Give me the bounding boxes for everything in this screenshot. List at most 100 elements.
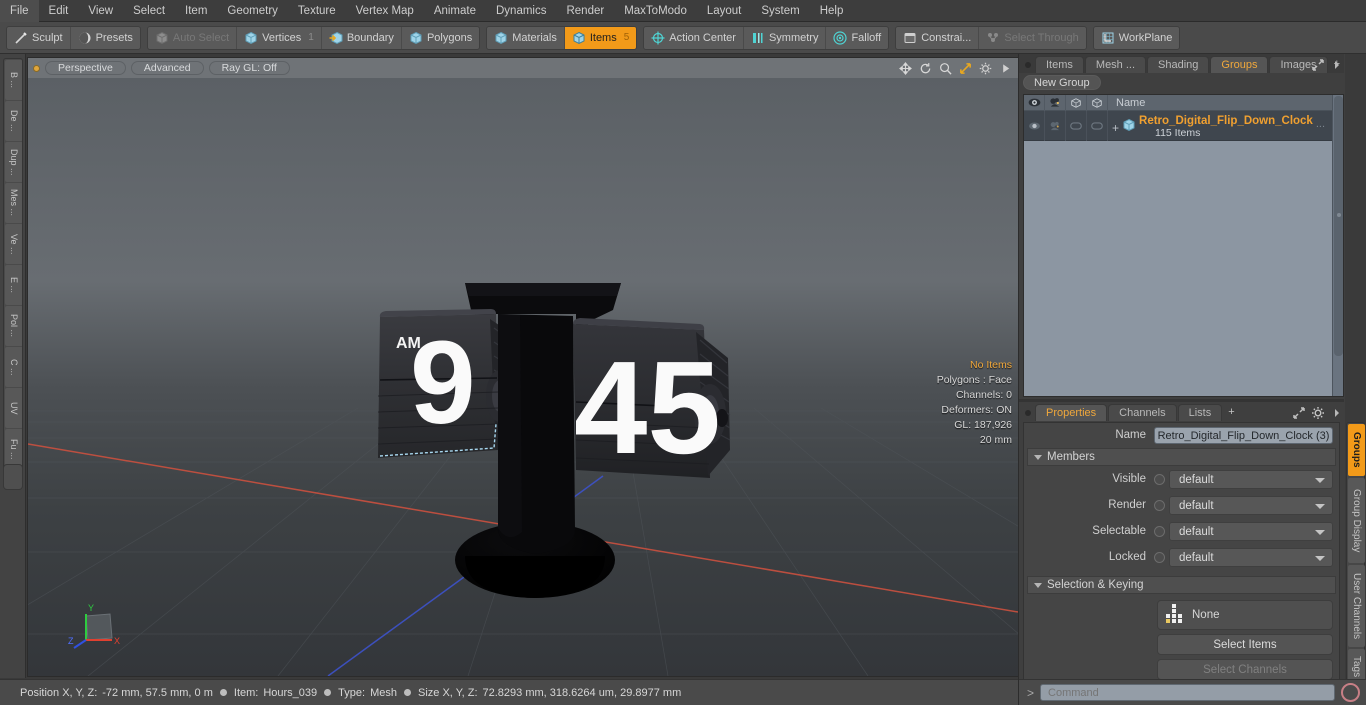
zoom-icon[interactable] <box>939 62 952 75</box>
row-overflow-icon[interactable]: ... <box>1316 115 1325 130</box>
menu-item-select[interactable]: Select <box>123 0 175 22</box>
viewport-menu-dot[interactable] <box>33 64 40 72</box>
vertices-button[interactable]: Vertices 1 <box>237 26 322 49</box>
menu-item-view[interactable]: View <box>78 0 123 22</box>
left-tab-polygon[interactable]: Pol ... <box>5 306 22 346</box>
tab-groups[interactable]: Groups <box>1210 56 1269 73</box>
rotate-icon[interactable] <box>919 62 932 75</box>
scrollbar-thumb[interactable] <box>1334 96 1343 356</box>
chevron-right-icon[interactable] <box>1330 58 1344 72</box>
properties-menu-dot-icon[interactable] <box>1025 410 1031 416</box>
left-tab-edge[interactable]: E ... <box>5 265 22 305</box>
groups-list-scrollbar[interactable] <box>1332 95 1343 396</box>
selectable-radio[interactable] <box>1154 525 1165 537</box>
members-section-header[interactable]: Members <box>1027 448 1336 466</box>
falloff-button[interactable]: Falloff <box>826 27 888 49</box>
expand-icon[interactable] <box>1311 58 1325 72</box>
expand-toggle[interactable]: + <box>1112 115 1119 134</box>
constraint-button[interactable]: Constrai... <box>896 26 980 49</box>
right-tab-user-channels[interactable]: User Channels <box>1348 565 1365 647</box>
add-properties-tab-button[interactable]: + <box>1223 404 1239 421</box>
chevron-down-icon <box>1315 555 1325 561</box>
visible-radio[interactable] <box>1154 473 1165 485</box>
workplane-button[interactable]: WorkPlane <box>1094 27 1180 49</box>
visible-dropdown[interactable]: default <box>1169 469 1333 489</box>
left-tab-mesh[interactable]: Mes ... <box>5 183 22 223</box>
groups-list[interactable]: Name + Retro_Digital_Flip_Down_Clock 115… <box>1023 94 1344 397</box>
select-channels-button[interactable]: Select Channels <box>1157 659 1333 680</box>
viewport-raygl-button[interactable]: Ray GL: Off <box>208 61 290 75</box>
left-tab-duplicate[interactable]: Dup ... <box>5 142 22 182</box>
table-row[interactable]: + Retro_Digital_Flip_Down_Clock 115 Item… <box>1024 110 1343 141</box>
menu-item-texture[interactable]: Texture <box>288 0 346 22</box>
row-locked-toggle[interactable] <box>1087 110 1108 141</box>
render-radio[interactable] <box>1154 499 1165 511</box>
fit-icon[interactable] <box>959 62 972 75</box>
play-icon[interactable] <box>999 62 1012 75</box>
locked-dropdown[interactable]: default <box>1169 547 1333 567</box>
left-tab-extra[interactable] <box>3 464 23 490</box>
tab-items[interactable]: Items <box>1035 56 1084 73</box>
menu-item-edit[interactable]: Edit <box>39 0 79 22</box>
select-through-button[interactable]: Select Through <box>979 27 1085 49</box>
row-name-cell[interactable]: + Retro_Digital_Flip_Down_Clock 115 Item… <box>1108 113 1343 139</box>
row-render-toggle[interactable] <box>1045 110 1066 141</box>
visible-value: default <box>1179 473 1214 486</box>
tab-channels[interactable]: Channels <box>1108 404 1177 421</box>
tab-properties[interactable]: Properties <box>1035 404 1108 421</box>
tab-lists[interactable]: Lists <box>1177 404 1223 421</box>
tab-shading[interactable]: Shading <box>1147 56 1210 73</box>
menu-item-maxtomodo[interactable]: MaxToModo <box>614 0 697 22</box>
left-tab-uv[interactable]: UV <box>5 388 22 428</box>
right-tab-groups[interactable]: Groups <box>1348 424 1365 476</box>
materials-button[interactable]: Materials <box>487 26 565 49</box>
name-input[interactable]: Retro_Digital_Flip_Down_Clock (3) <box>1154 426 1333 444</box>
menu-item-dynamics[interactable]: Dynamics <box>486 0 556 22</box>
command-input[interactable] <box>1040 684 1335 701</box>
main-toolbar: Sculpt Presets Auto Select Vertices 1 Bo… <box>0 22 1366 54</box>
left-tab-deform[interactable]: De ... <box>5 101 22 141</box>
row-selectable-toggle[interactable] <box>1066 110 1087 141</box>
gear-icon[interactable] <box>1311 406 1325 420</box>
move-icon[interactable] <box>899 61 912 75</box>
boundary-button[interactable]: Boundary <box>322 26 402 49</box>
menu-item-layout[interactable]: Layout <box>697 0 752 22</box>
menu-item-system[interactable]: System <box>751 0 809 22</box>
items-button[interactable]: Items 5 <box>564 26 637 49</box>
menu-item-file[interactable]: File <box>0 0 39 22</box>
chevron-right-icon[interactable] <box>1330 406 1344 420</box>
selection-set-field[interactable]: None <box>1157 600 1333 630</box>
selection-keying-section-header[interactable]: Selection & Keying <box>1027 576 1336 594</box>
left-tab-vertex[interactable]: Ve ... <box>5 224 22 264</box>
menu-item-help[interactable]: Help <box>810 0 854 22</box>
sculpt-button[interactable]: Sculpt <box>7 26 71 49</box>
menu-item-geometry[interactable]: Geometry <box>217 0 288 22</box>
new-group-button[interactable]: New Group <box>1023 75 1101 90</box>
menu-item-item[interactable]: Item <box>175 0 217 22</box>
command-record-icon[interactable] <box>1341 683 1360 702</box>
gear-icon[interactable] <box>979 62 992 75</box>
viewport-3d[interactable]: AM 9 45 No Items Polygons: Face Channel… <box>28 78 1018 676</box>
row-visible-toggle[interactable] <box>1024 110 1045 141</box>
menu-item-render[interactable]: Render <box>556 0 614 22</box>
action-center-button[interactable]: Action Center <box>644 26 744 49</box>
locked-radio[interactable] <box>1154 551 1165 563</box>
viewport-shading-button[interactable]: Advanced <box>130 61 204 75</box>
select-items-button[interactable]: Select Items <box>1157 634 1333 655</box>
panel-menu-dot-icon[interactable] <box>1025 62 1031 68</box>
left-tab-basic[interactable]: B ... <box>5 60 22 100</box>
left-tab-curve[interactable]: C ... <box>5 347 22 387</box>
selectable-dropdown[interactable]: default <box>1169 521 1333 541</box>
right-tab-group-display[interactable]: Group Display <box>1348 478 1365 563</box>
presets-button[interactable]: Presets <box>71 27 140 49</box>
tab-mesh[interactable]: Mesh ... <box>1084 56 1147 73</box>
auto-select-button[interactable]: Auto Select <box>148 26 238 49</box>
polygons-button[interactable]: Polygons <box>402 27 479 49</box>
menu-item-vertex-map[interactable]: Vertex Map <box>346 0 424 22</box>
symmetry-button[interactable]: Symmetry <box>744 26 827 49</box>
render-dropdown[interactable]: default <box>1169 495 1333 515</box>
menu-item-animate[interactable]: Animate <box>424 0 486 22</box>
left-tab-fusion[interactable]: Fu ... <box>5 429 22 469</box>
expand-icon[interactable] <box>1292 406 1306 420</box>
viewport-view-mode-button[interactable]: Perspective <box>45 61 126 75</box>
